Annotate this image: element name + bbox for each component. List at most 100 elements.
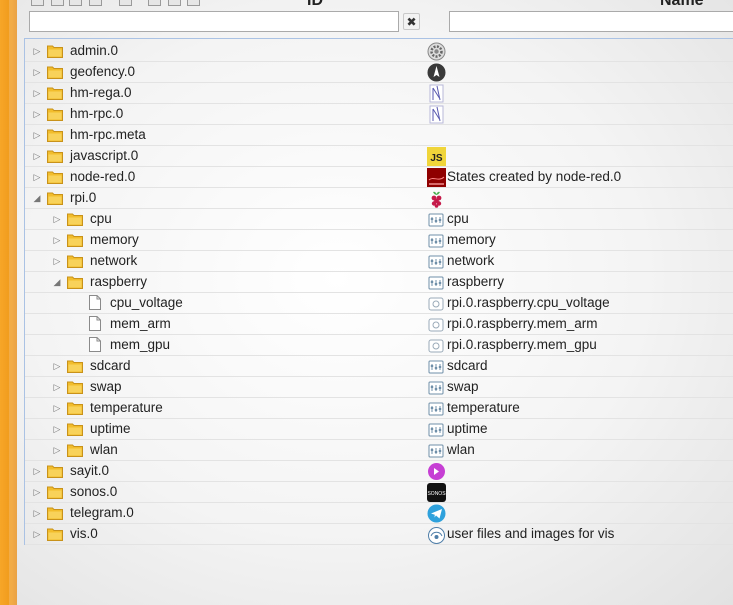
sonos-icon: SONOS [427,483,446,502]
tree-item-id: hm-rega.0 [70,85,132,100]
id-filter-input[interactable] [29,11,399,32]
tree-row[interactable]: mem_gpu rpi.0.raspberry.mem_gpu [25,335,733,356]
folder-icon [47,527,63,541]
tree-item-id: mem_arm [110,316,171,331]
expand-arrow-icon[interactable]: ▷ [51,213,63,225]
expand-arrow-icon[interactable]: ▷ [51,360,63,372]
folder-icon [47,191,63,205]
tree-item-id: temperature [90,400,163,415]
tree-row[interactable]: ▷ uptime uptime [25,419,733,440]
expand-arrow-icon[interactable]: ▷ [31,171,43,183]
tree-row[interactable]: ▷ sonos.0 SONOS [25,482,733,503]
homematic-icon [429,105,444,124]
toolbar [17,0,733,8]
tree-row[interactable]: ▷ memory memory [25,230,733,251]
tree-item-id: sayit.0 [70,463,110,478]
toolbar-tool-icon-2[interactable] [51,0,64,6]
tree-item-name: rpi.0.raspberry.mem_arm [447,316,598,331]
collapse-arrow-icon[interactable]: ◢ [31,192,43,204]
tree-item-id: node-red.0 [70,169,136,184]
tree-row[interactable]: mem_arm rpi.0.raspberry.mem_arm [25,314,733,335]
tree-item-id: hm-rpc.meta [70,127,146,142]
toolbar-tool-icon-3[interactable] [69,0,82,6]
toolbar-tool-icon-5[interactable] [119,0,132,6]
channel-icon [428,255,444,269]
expand-arrow-icon[interactable]: ▷ [31,45,43,57]
collapse-arrow-icon[interactable]: ◢ [51,276,63,288]
channel-icon [428,402,444,416]
tree-row[interactable]: ▷ geofency.0 [25,62,733,83]
folder-icon [47,65,63,79]
tree-item-name: user files and images for vis [447,526,615,541]
expand-arrow-icon[interactable]: ▷ [31,150,43,162]
row-divider [25,544,733,545]
node-red-icon [427,168,446,187]
folder-icon [47,464,63,478]
toolbar-tool-icon-4[interactable] [89,0,102,6]
tree-item-id: raspberry [90,274,148,289]
folder-icon [67,212,83,226]
tree-item-name: raspberry [447,274,505,289]
tree-item-id: hm-rpc.0 [70,106,124,121]
channel-icon [428,423,444,437]
name-filter-input[interactable] [449,11,733,32]
toolbar-tool-icon-8[interactable] [187,0,200,6]
expand-arrow-icon[interactable]: ▷ [31,108,43,120]
expand-arrow-icon[interactable]: ▷ [51,402,63,414]
expand-arrow-icon[interactable]: ▷ [51,423,63,435]
expand-arrow-icon[interactable]: ▷ [51,234,63,246]
tree-item-id: swap [90,379,122,394]
expand-arrow-icon[interactable]: ▷ [51,444,63,456]
tree-row[interactable]: ▷ sdcard sdcard [25,356,733,377]
tree-row[interactable]: ▷ hm-rpc.0 [25,104,733,125]
tree-item-id: admin.0 [70,43,119,58]
tree-item-name: wlan [447,442,475,457]
tree-item-name: temperature [447,400,520,415]
expand-arrow-icon[interactable]: ▷ [31,528,43,540]
tree-item-name: rpi.0.raspberry.mem_gpu [447,337,597,352]
expand-arrow-icon[interactable]: ▷ [31,129,43,141]
toolbar-tool-icon-1[interactable] [31,0,44,6]
object-tree: ▷ admin.0 ▷ geofency.0 ▷ hm-rega.0 ▷ hm-rpc.0 ▷ h… [24,38,733,545]
expand-arrow-icon[interactable]: ▷ [31,66,43,78]
clear-filter-button[interactable]: ✖ [403,13,420,30]
tree-row[interactable]: ▷ cpu cpu [25,209,733,230]
expand-arrow-icon[interactable]: ▷ [51,255,63,267]
tree-row[interactable]: ▷ telegram.0 [25,503,733,524]
toolbar-tool-icon-7[interactable] [168,0,181,6]
id-column-header[interactable]: ID [307,0,323,10]
expand-arrow-icon[interactable]: ▷ [31,87,43,99]
js-icon: JS [427,147,446,166]
tree-row[interactable]: ◢ rpi.0 [25,188,733,209]
tree-row[interactable]: ▷ hm-rpc.meta [25,125,733,146]
tree-item-id: cpu [90,211,112,226]
tree-item-id: mem_gpu [110,337,171,352]
tree-row[interactable]: ▷ vis.0 user files and images for vis [25,524,733,545]
tree-row[interactable]: ▷ admin.0 [25,41,733,62]
folder-icon [67,359,83,373]
tree-row[interactable]: ▷ node-red.0 States created by node-red.0 [25,167,733,188]
tree-item-id: geofency.0 [70,64,136,79]
svg-text:SONOS: SONOS [427,491,446,497]
tree-row[interactable]: ▷ swap swap [25,377,733,398]
folder-icon [47,149,63,163]
state-icon [428,297,444,311]
tree-item-name: memory [447,232,496,247]
tree-row[interactable]: ▷ temperature temperature [25,398,733,419]
tree-row[interactable]: ▷ javascript.0 JS [25,146,733,167]
tree-item-id: wlan [90,442,118,457]
tree-row[interactable]: ▷ wlan wlan [25,440,733,461]
expand-arrow-icon[interactable]: ▷ [31,486,43,498]
expand-arrow-icon[interactable]: ▷ [31,465,43,477]
expand-arrow-icon[interactable]: ▷ [31,507,43,519]
toolbar-tool-icon-6[interactable] [148,0,161,6]
file-icon [89,337,101,352]
expand-arrow-icon[interactable]: ▷ [51,381,63,393]
name-column-header[interactable]: Name [660,0,704,10]
tree-row[interactable]: cpu_voltage rpi.0.raspberry.cpu_voltage [25,293,733,314]
tree-row[interactable]: ▷ sayit.0 [25,461,733,482]
tree-row[interactable]: ◢ raspberry raspberry [25,272,733,293]
folder-icon [67,275,83,289]
tree-row[interactable]: ▷ hm-rega.0 [25,83,733,104]
tree-row[interactable]: ▷ network network [25,251,733,272]
